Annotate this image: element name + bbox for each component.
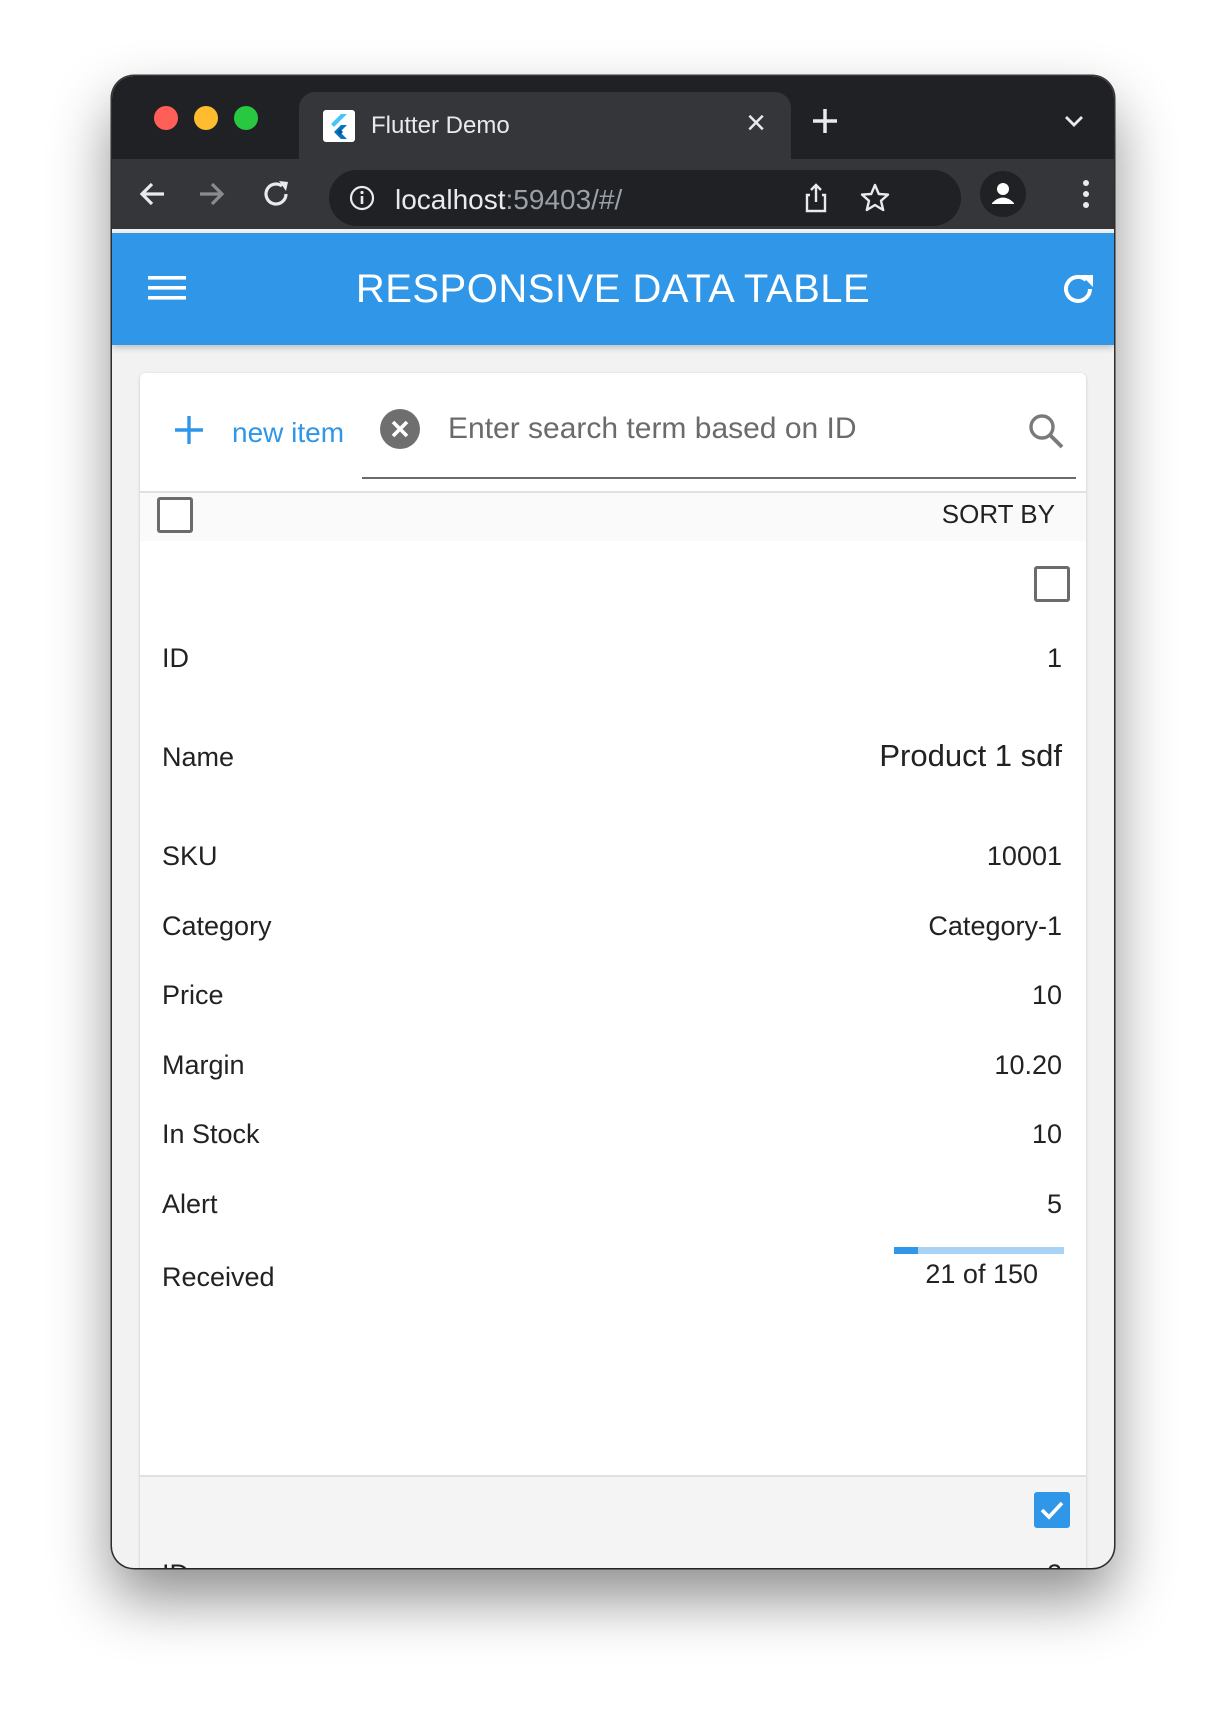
field-value-name: Product 1 sdf: [879, 738, 1062, 773]
page-title: RESPONSIVE DATA TABLE: [355, 267, 871, 311]
share-icon[interactable]: [801, 182, 831, 214]
row-checkbox[interactable]: [1034, 566, 1070, 602]
reload-icon[interactable]: [258, 176, 294, 212]
checkmark-icon: [1040, 1501, 1064, 1520]
select-all-checkbox[interactable]: [157, 497, 193, 533]
tab-flutter-demo[interactable]: Flutter Demo ×: [299, 92, 791, 159]
tab-strip: Flutter Demo ×: [112, 76, 1114, 159]
search-icon[interactable]: [1026, 411, 1066, 451]
sort-by-button[interactable]: SORT BY: [942, 499, 1055, 530]
field-value-id: 1: [1046, 643, 1062, 673]
received-progress: 21 of 150: [894, 1247, 1064, 1289]
field-value-in-stock: 10: [1031, 1119, 1062, 1149]
new-tab-icon[interactable]: [808, 104, 842, 138]
row-checkbox-checked[interactable]: [1034, 1492, 1070, 1528]
progress-track: [894, 1247, 1064, 1254]
add-icon[interactable]: [172, 413, 206, 447]
table-header: new item: [140, 373, 1086, 491]
field-label-alert: Alert: [162, 1189, 218, 1219]
field-value-alert: 5: [1046, 1189, 1062, 1219]
profile-avatar-icon[interactable]: [980, 171, 1026, 217]
bookmark-star-icon[interactable]: [859, 182, 891, 214]
flutter-logo-icon: [323, 110, 355, 142]
field-value-id: 2: [1047, 1559, 1062, 1568]
field-label-sku: SKU: [162, 841, 218, 871]
new-item-button[interactable]: new item: [232, 417, 344, 449]
url-path: :59403/#/: [505, 184, 623, 215]
table-row[interactable]: ID 1 Name Product 1 sdf SKU 10001 Catego…: [140, 541, 1086, 1475]
search-underline: [362, 477, 1076, 479]
field-label-received: Received: [162, 1262, 275, 1292]
browser-toolbar: localhost:59403/#/: [112, 159, 1114, 229]
header-divider: [140, 491, 1086, 493]
progress-fill: [894, 1247, 918, 1254]
field-label-id: ID: [162, 643, 189, 673]
tab-title: Flutter Demo: [371, 112, 510, 139]
close-window-button[interactable]: [154, 106, 178, 130]
field-label-margin: Margin: [162, 1050, 245, 1080]
field-label-category: Category: [162, 911, 272, 941]
forward-arrow-icon[interactable]: [194, 176, 230, 212]
search-input[interactable]: [446, 403, 1010, 455]
tab-close-icon[interactable]: ×: [741, 106, 771, 140]
field-label-price: Price: [162, 980, 224, 1010]
chevron-down-icon[interactable]: [1062, 112, 1086, 130]
address-bar[interactable]: localhost:59403/#/: [329, 170, 961, 226]
url-text: localhost:59403/#/: [395, 184, 622, 216]
field-label-name: Name: [162, 742, 235, 772]
field-label-id: ID: [162, 1559, 189, 1568]
app-bar: RESPONSIVE DATA TABLE: [112, 233, 1114, 345]
field-value-sku: 10001: [986, 841, 1062, 871]
data-table-card: new item SORT BY ID 1: [140, 373, 1086, 1568]
url-host: localhost: [395, 184, 506, 215]
info-icon[interactable]: [349, 185, 375, 211]
refresh-icon[interactable]: [1058, 269, 1098, 309]
field-label-in-stock: In Stock: [162, 1119, 260, 1149]
back-arrow-icon[interactable]: [134, 176, 170, 212]
browser-window: Flutter Demo × localhost:59403/#/ RESPON…: [112, 76, 1114, 1568]
more-menu-icon[interactable]: [1068, 176, 1104, 212]
received-progress-text: 21 of 150: [925, 1259, 1038, 1289]
clear-search-icon[interactable]: [380, 409, 420, 449]
minimize-window-button[interactable]: [194, 106, 218, 130]
maximize-window-button[interactable]: [234, 106, 258, 130]
table-row[interactable]: ID 2: [140, 1477, 1086, 1568]
field-value-margin: 10.20: [994, 1050, 1062, 1080]
field-value-price: 10: [1031, 980, 1062, 1010]
field-value-category: Category-1: [928, 911, 1062, 941]
